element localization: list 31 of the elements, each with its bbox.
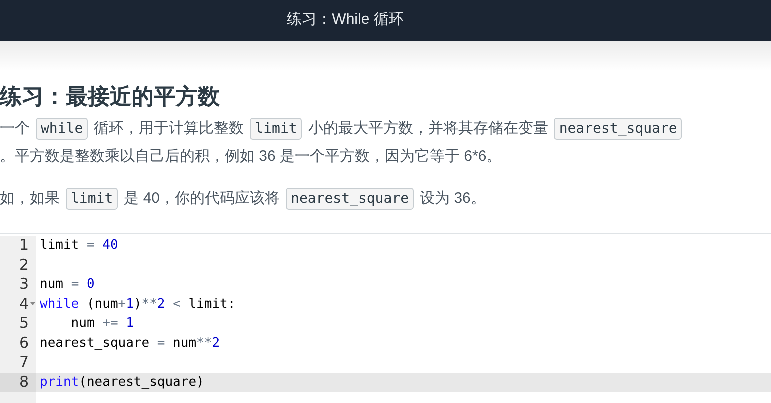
gutter-background — [0, 392, 36, 403]
line-number: 6 — [19, 334, 29, 353]
line-number: 4 — [19, 294, 29, 314]
paragraph-text: 是 40，你的代码应该将 — [124, 188, 280, 209]
inline-code: nearest_square — [554, 118, 682, 140]
code-line: num += 1 — [70, 316, 134, 331]
code-line: limit = 40 — [40, 238, 118, 253]
code-line: num = 0 — [40, 277, 95, 292]
paragraph-text: 小的最大平方数，并将其存储在变量 — [308, 118, 548, 139]
inline-code: while — [36, 118, 88, 140]
paragraph-text: 。平方数是整数乘以自己后的积，例如 36 是一个平方数，因为它等于 6*6。 — [0, 146, 502, 167]
line-number: 5 — [19, 314, 29, 334]
line-number: 8 — [19, 372, 29, 392]
paragraph-text: 循环，用于计算比整数 — [94, 118, 244, 139]
exercise-heading: 练习：最接近的平方数 — [0, 83, 221, 111]
page-title: 练习：While 循环 — [287, 10, 404, 30]
line-number: 2 — [19, 256, 29, 275]
code-line: print(nearest_square) — [40, 374, 204, 390]
code-line: while (num+1)**2 < limit: — [40, 296, 236, 312]
inline-code: nearest_square — [286, 188, 414, 210]
paragraph-text: 如，如果 — [0, 188, 60, 209]
line-number: 3 — [19, 275, 29, 294]
inline-code: limit — [250, 118, 302, 140]
code-editor[interactable]: 1 limit = 40 2 3 num = 0 4 while (num+1)**2 < limit: 5 num += 1 6 nearest_square = num**2 7 8 print(nearest_square) — [0, 233, 771, 403]
code-line: nearest_square = num**2 — [40, 336, 220, 350]
paragraph-text: 一个 — [0, 118, 30, 139]
inline-code: limit — [66, 188, 118, 210]
paragraph-text: 设为 36。 — [420, 188, 486, 209]
line-number: 7 — [19, 353, 29, 372]
fold-arrow-icon[interactable] — [30, 301, 36, 308]
line-number: 1 — [19, 236, 29, 256]
